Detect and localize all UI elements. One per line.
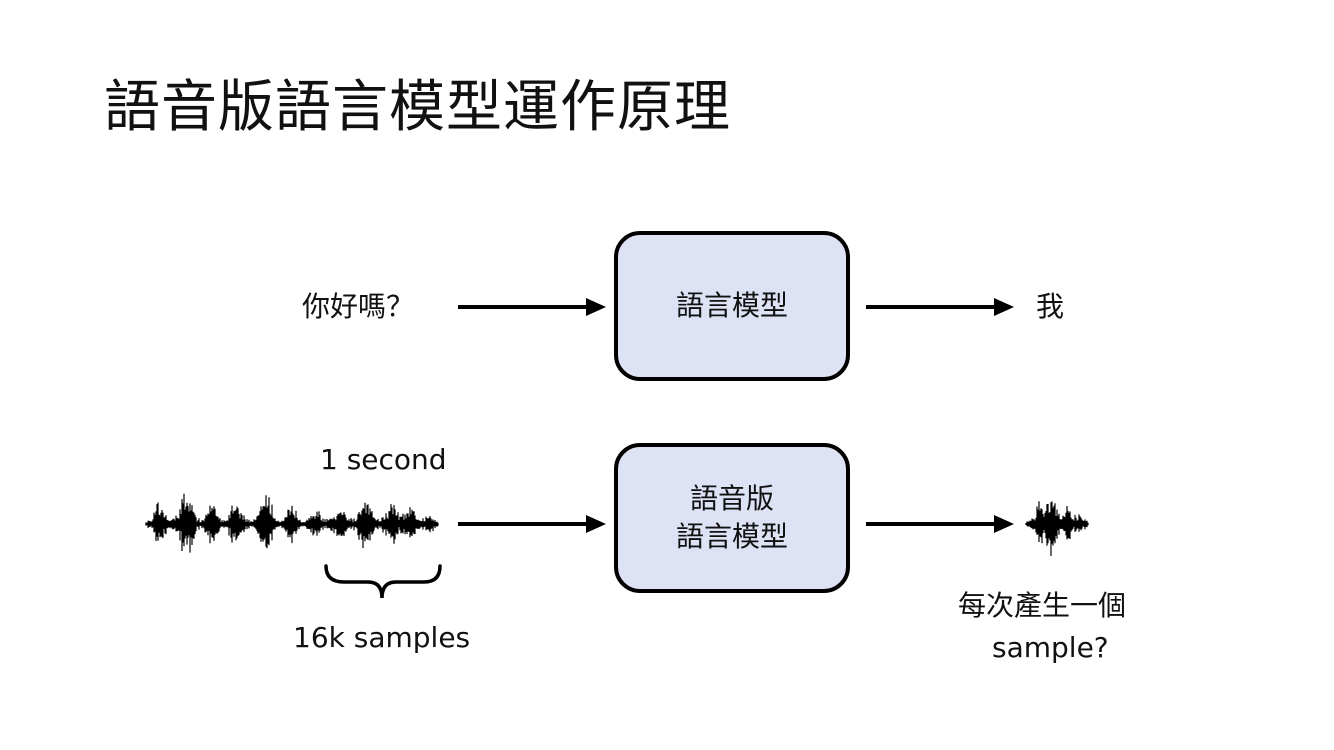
arrow-waveform-to-speech-model: [458, 515, 606, 533]
text-output-label: 我: [1036, 290, 1065, 323]
input-waveform-icon: [145, 493, 439, 553]
language-model-label: 語言模型: [675, 289, 788, 322]
arrow-language-model-to-output: [866, 298, 1014, 316]
output-waveform-icon: [1025, 501, 1089, 556]
duration-label: 1 second: [320, 443, 447, 476]
arrow-speech-model-to-output: [866, 515, 1014, 533]
samples-brace-icon: [324, 564, 442, 599]
speech-model-label-line1: 語音版: [689, 482, 774, 515]
language-model-box: 語言模型: [614, 231, 850, 381]
speech-model-label-line2: 語言模型: [675, 520, 788, 553]
samples-label: 16k samples: [293, 621, 471, 654]
text-input-label: 你好嗎？: [302, 290, 415, 323]
speech-language-model-box: 語音版 語言模型: [614, 443, 850, 593]
arrow-input-to-language-model: [458, 298, 606, 316]
output-caption-line2: sample?: [992, 631, 1109, 664]
output-caption-line1: 每次產生一個: [958, 589, 1127, 622]
